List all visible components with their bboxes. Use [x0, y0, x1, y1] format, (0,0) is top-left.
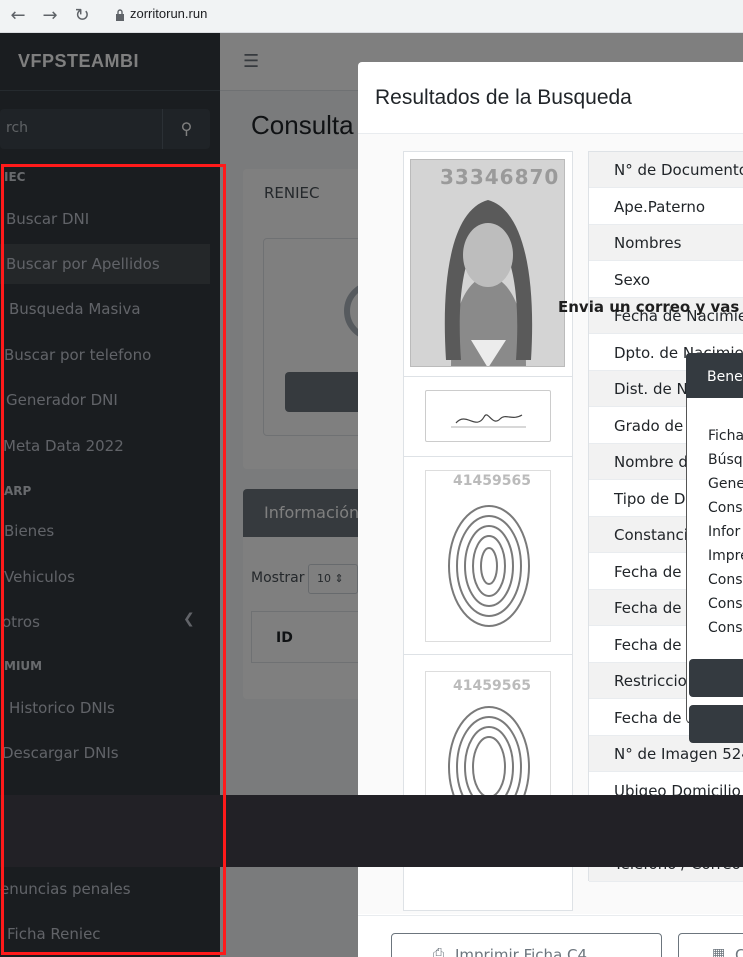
field-label: Nombres	[589, 225, 743, 261]
field-label: N° de Documento	[589, 152, 743, 188]
field-label: Sexo	[589, 262, 743, 298]
reload-icon[interactable]: ↻	[70, 5, 94, 27]
benefits-button[interactable]	[689, 705, 743, 743]
benefit-item: Ficha	[708, 428, 743, 444]
field-label: Ape.Paterno	[589, 189, 743, 225]
back-icon[interactable]: ←	[6, 5, 30, 27]
lock-icon	[116, 9, 124, 21]
benefits-button[interactable]	[689, 659, 743, 697]
modal-footer-divider	[358, 915, 743, 916]
printer-icon: ⎙	[433, 946, 445, 957]
benefit-item: Cons	[708, 500, 743, 516]
benefit-item: Cons	[708, 596, 743, 612]
benefit-item: Infor	[708, 524, 741, 540]
portrait-image	[411, 160, 564, 366]
promo-message: Envia un correo y vas a p	[558, 298, 743, 316]
card-icon: ▦	[712, 946, 726, 957]
print-ficha-label: Imprimir Ficha C4	[455, 946, 588, 957]
secondary-button[interactable]	[678, 933, 743, 957]
photo-document-number: 33346870	[440, 165, 560, 189]
benefit-item: Búsq	[708, 452, 743, 468]
benefit-item: Cons	[708, 620, 743, 636]
signature-image	[425, 390, 551, 442]
modal-title: Resultados de la Busqueda	[375, 86, 632, 109]
fingerprint-right	[425, 470, 551, 642]
person-photo	[410, 159, 565, 367]
highlight-annotation	[1, 164, 226, 955]
forward-icon[interactable]: →	[38, 5, 62, 27]
fingerprint-number: 41459565	[453, 678, 531, 694]
fingerprint-icon	[448, 505, 530, 627]
benefits-card-title: Benef	[707, 369, 743, 385]
signature-icon	[451, 414, 526, 428]
benefit-item: Gene	[708, 476, 743, 492]
secondary-button-label: C	[735, 946, 743, 957]
url-text[interactable]: zorritorun.run	[130, 6, 207, 21]
browser-toolbar: ← → ↻ zorritorun.run	[0, 0, 743, 33]
fingerprint-number: 41459565	[453, 473, 531, 489]
benefit-item: Cons	[708, 572, 743, 588]
benefit-item: Impre	[708, 548, 743, 564]
